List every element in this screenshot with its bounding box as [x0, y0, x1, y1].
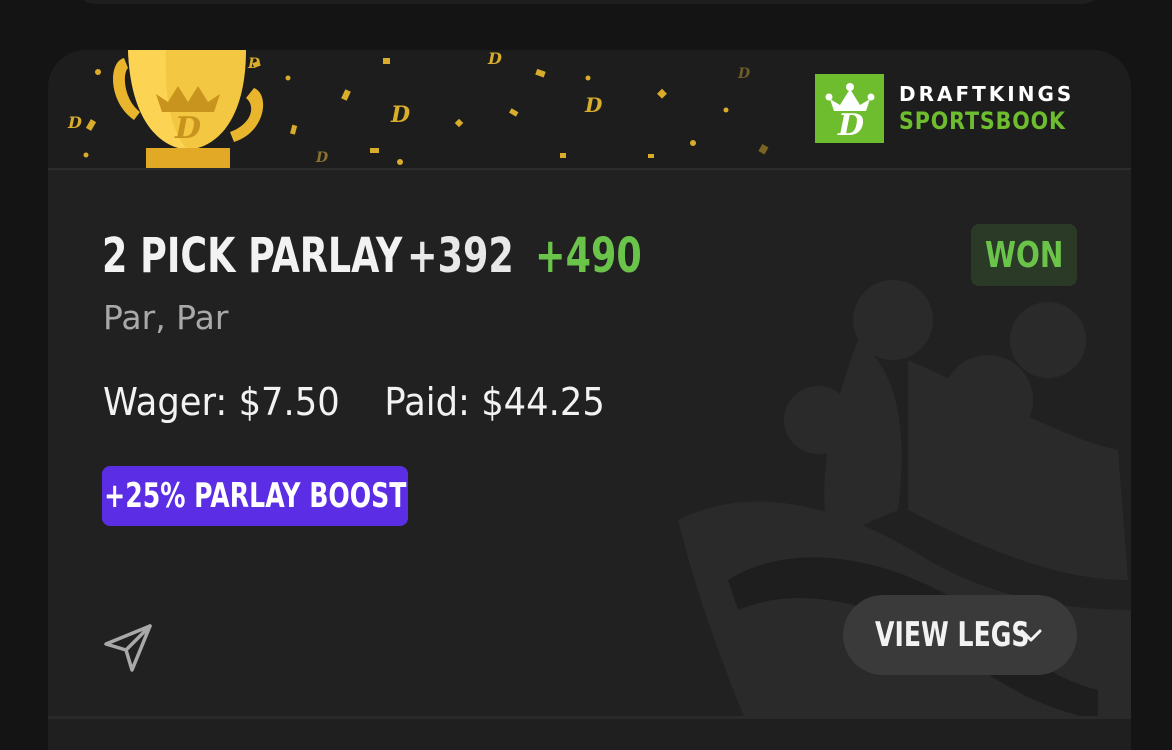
celebration-banner: D D D D D D D D D DRAFTKINGS SPORTSBOOK — [48, 50, 1131, 168]
view-legs-label: VIEW LEGS — [875, 615, 1030, 655]
original-odds: +392 — [407, 228, 514, 284]
card-footer — [48, 719, 1131, 750]
wager-paid-row: Wager: $7.50 Paid: $44.25 — [103, 380, 605, 424]
brand-name: DRAFTKINGS — [899, 81, 1075, 106]
brand-subtitle: SPORTSBOOK — [899, 106, 1066, 135]
bet-type-label: 2 PICK PARLAY — [102, 228, 403, 284]
legs-summary: Par, Par — [103, 298, 229, 337]
banner-divider — [48, 168, 1131, 170]
wager-amount: $7.50 — [238, 380, 340, 424]
boosted-odds: +490 — [535, 228, 642, 284]
view-legs-button[interactable]: VIEW LEGS — [843, 595, 1077, 675]
draftkings-sportsbook-logo: D DRAFTKINGS SPORTSBOOK — [815, 74, 1093, 143]
status-badge: WON — [971, 224, 1077, 286]
paid-label: Paid: — [384, 380, 470, 424]
bet-title-row: 2 PICK PARLAY +392 +490 — [102, 228, 675, 284]
svg-text:D: D — [315, 150, 329, 166]
svg-text:D: D — [836, 108, 863, 137]
svg-text:D: D — [487, 50, 502, 68]
svg-text:D: D — [67, 113, 82, 132]
previous-card-edge — [74, 0, 1104, 4]
svg-text:D: D — [584, 93, 603, 117]
bet-card: D D D D D D D D D DRAFTKINGS SPORTSBOOK … — [48, 50, 1131, 750]
parlay-boost-badge: +25% PARLAY BOOST — [102, 466, 408, 526]
wager-label: Wager: — [103, 380, 228, 424]
draftkings-crown-icon: D — [815, 74, 884, 143]
paid-amount: $44.25 — [481, 380, 605, 424]
svg-text:D: D — [390, 102, 410, 128]
svg-text:D: D — [737, 66, 751, 82]
trophy-icon: D — [113, 50, 264, 168]
svg-text:D: D — [174, 111, 201, 146]
crown-watermark-icon — [678, 280, 1131, 750]
share-paper-plane-icon[interactable] — [102, 620, 156, 674]
